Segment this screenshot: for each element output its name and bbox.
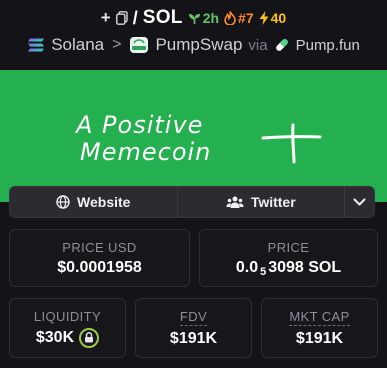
price-native-prefix: 0.0 xyxy=(235,258,259,276)
twitter-button[interactable]: Twitter xyxy=(178,187,345,217)
token-banner-image: A Positive Memecoin xyxy=(0,70,387,202)
banner-handwriting-line2: Memecoin xyxy=(80,138,211,166)
liquidity-lock-icon[interactable] xyxy=(79,327,100,348)
sprout-icon xyxy=(188,13,200,24)
launchpad-name-link[interactable]: Pump.fun xyxy=(296,37,360,54)
liquidity-card: LIQUIDITY $30K xyxy=(9,298,126,358)
social-links-bar: Website Twitter xyxy=(9,186,375,218)
mkt-cap-value: $191K xyxy=(295,329,344,347)
trending-rank: #7 xyxy=(224,10,254,26)
chain-name-link[interactable]: Solana xyxy=(51,35,104,55)
price-native-card: PRICE 0.0 5 3098 SOL xyxy=(199,229,378,287)
users-icon xyxy=(226,196,244,208)
dex-name-link[interactable]: PumpSwap xyxy=(155,35,242,55)
price-native-zero-count: 5 xyxy=(260,265,267,278)
token-header: + / SOL 2h #7 40 xyxy=(0,6,387,30)
liquidity-value-row: $30K xyxy=(35,327,100,348)
pair-age: 2h xyxy=(188,10,219,26)
copy-icon[interactable] xyxy=(115,11,128,25)
more-links-dropdown[interactable] xyxy=(344,187,374,217)
flame-icon xyxy=(224,11,236,25)
add-to-watchlist-button[interactable]: + xyxy=(101,8,111,28)
boost-count: 40 xyxy=(259,10,287,26)
website-label: Website xyxy=(77,194,131,210)
breadcrumb-chevron: > xyxy=(112,36,122,53)
price-native-suffix: 3098 SOL xyxy=(268,258,342,276)
mkt-cap-card: MKT CAP $191K xyxy=(261,298,378,358)
liquidity-label: LIQUIDITY xyxy=(33,308,102,324)
mkt-cap-label[interactable]: MKT CAP xyxy=(289,309,350,326)
solana-logo-icon xyxy=(28,38,45,52)
trending-rank-value: #7 xyxy=(238,10,254,26)
price-usd-card: PRICE USD $0.0001958 xyxy=(9,229,190,287)
pill-icon xyxy=(275,39,288,51)
price-native-label: PRICE xyxy=(267,239,310,255)
pair-age-value: 2h xyxy=(202,10,220,26)
liquidity-value: $30K xyxy=(35,328,75,346)
pumpswap-logo-icon xyxy=(130,37,149,53)
globe-icon xyxy=(56,195,70,209)
price-usd-label: PRICE USD xyxy=(62,239,137,255)
pair-route: Solana > PumpSwap via Pump.fun xyxy=(0,34,387,56)
price-native-value: 0.0 5 3098 SOL xyxy=(235,258,342,278)
price-usd-value: $0.0001958 xyxy=(57,258,142,276)
quote-symbol: SOL xyxy=(142,7,183,28)
twitter-label: Twitter xyxy=(250,194,296,210)
lightning-icon xyxy=(259,11,269,25)
fdv-value: $191K xyxy=(169,329,218,347)
website-button[interactable]: Website xyxy=(10,187,178,217)
fdv-label[interactable]: FDV xyxy=(179,309,208,326)
banner-handwriting-line1: A Positive xyxy=(74,111,203,139)
via-label: via xyxy=(248,36,268,54)
boost-count-value: 40 xyxy=(270,10,287,26)
chevron-down-icon xyxy=(353,198,366,206)
fdv-card: FDV $191K xyxy=(135,298,252,358)
pair-separator: / xyxy=(132,7,138,28)
